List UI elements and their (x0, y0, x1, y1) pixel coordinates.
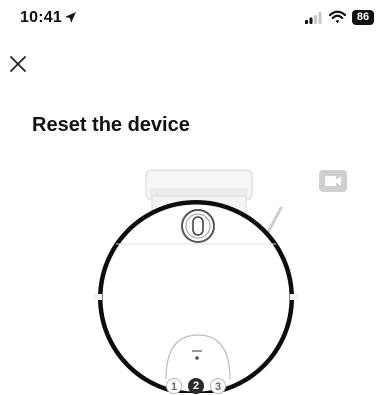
status-time: 10:41 (20, 9, 62, 26)
step-indicator-1[interactable]: 1 (166, 378, 182, 394)
video-camera-icon (319, 170, 347, 192)
page-title: Reset the device (32, 114, 190, 136)
close-button[interactable] (6, 52, 30, 76)
cellular-signal-icon (305, 12, 322, 24)
step-indicator-3[interactable]: 3 (210, 378, 226, 394)
location-arrow-icon (65, 12, 76, 23)
battery-indicator: 86 (352, 10, 374, 25)
step-indicator-2[interactable]: 2 (188, 378, 204, 394)
wifi-icon (329, 10, 346, 24)
robot-vacuum-illustration (94, 169, 298, 393)
video-tutorial-button[interactable] (319, 170, 347, 192)
status-bar: 10:41 86 (0, 0, 378, 36)
close-icon (10, 56, 26, 72)
